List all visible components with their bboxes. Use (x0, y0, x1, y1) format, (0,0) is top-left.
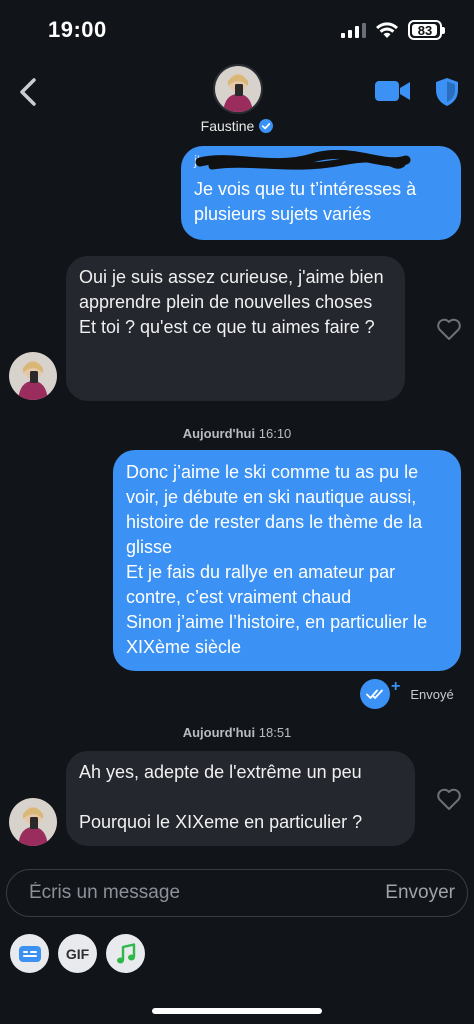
gif-button[interactable]: GIF (58, 934, 97, 973)
contact-name-row[interactable]: Faustine (0, 118, 474, 134)
avatar[interactable] (213, 64, 263, 114)
attachment-row: GIF (10, 934, 145, 973)
status-icons: 83 (341, 20, 445, 40)
contact-name: Faustine (200, 118, 255, 134)
message-bubble-received[interactable]: Oui je suis assez curieuse, j'aime bien … (66, 256, 405, 401)
chat-header: Faustine (0, 60, 474, 145)
shield-icon[interactable] (434, 77, 460, 107)
timestamp-time: 18:51 (258, 725, 292, 740)
card-button[interactable] (10, 934, 49, 973)
double-check-icon (360, 679, 390, 709)
music-note-icon (116, 942, 135, 963)
status-bar: 19:00 83 (0, 0, 474, 60)
message-text: Ah yes, adepte de l'extrême un peu Pourq… (79, 762, 363, 832)
heart-icon[interactable] (436, 787, 462, 811)
video-camera-icon[interactable] (374, 78, 412, 104)
timestamp-time: 16:10 (258, 426, 292, 441)
send-button[interactable]: Envoyer (385, 882, 455, 904)
timestamp-day: Aujourd'hui (182, 725, 256, 740)
message-text: Je vois que tu t’intéresses à plusieurs … (194, 179, 417, 224)
card-icon (18, 945, 41, 962)
verified-icon (259, 119, 274, 133)
avatar[interactable] (9, 798, 57, 846)
message-composer: Envoyer (6, 869, 468, 917)
cellular-signal-icon (341, 22, 366, 38)
timestamp: Aujourd'hui 16:10 (0, 426, 474, 441)
chevron-left-icon[interactable] (14, 74, 44, 110)
message-text: Oui je suis assez curieuse, j'aime bien … (79, 267, 384, 337)
battery-level: 83 (417, 22, 433, 38)
battery-icon: 83 (408, 20, 445, 40)
wifi-icon (376, 21, 398, 38)
heart-icon[interactable] (436, 317, 462, 341)
timestamp: Aujourd'hui 18:51 (0, 725, 474, 740)
redaction-scribble (195, 150, 411, 170)
status-time: 19:00 (48, 17, 107, 42)
message-input[interactable] (29, 870, 349, 916)
plus-icon: + (391, 678, 401, 695)
message-bubble-sent[interactable]: Donc j’aime le ski comme tu as pu le voi… (113, 450, 461, 671)
timestamp-day: Aujourd'hui (182, 426, 256, 441)
delivery-status-label: Envoyé (410, 686, 454, 702)
message-text: Donc j’aime le ski comme tu as pu le voi… (126, 462, 428, 657)
avatar[interactable] (9, 352, 57, 400)
delivery-status: + Envoyé (360, 678, 454, 709)
gif-label: GIF (65, 945, 90, 962)
message-bubble-received[interactable]: Ah yes, adepte de l'extrême un peu Pourq… (66, 751, 415, 846)
music-button[interactable] (106, 934, 145, 973)
home-indicator[interactable] (152, 1008, 322, 1014)
